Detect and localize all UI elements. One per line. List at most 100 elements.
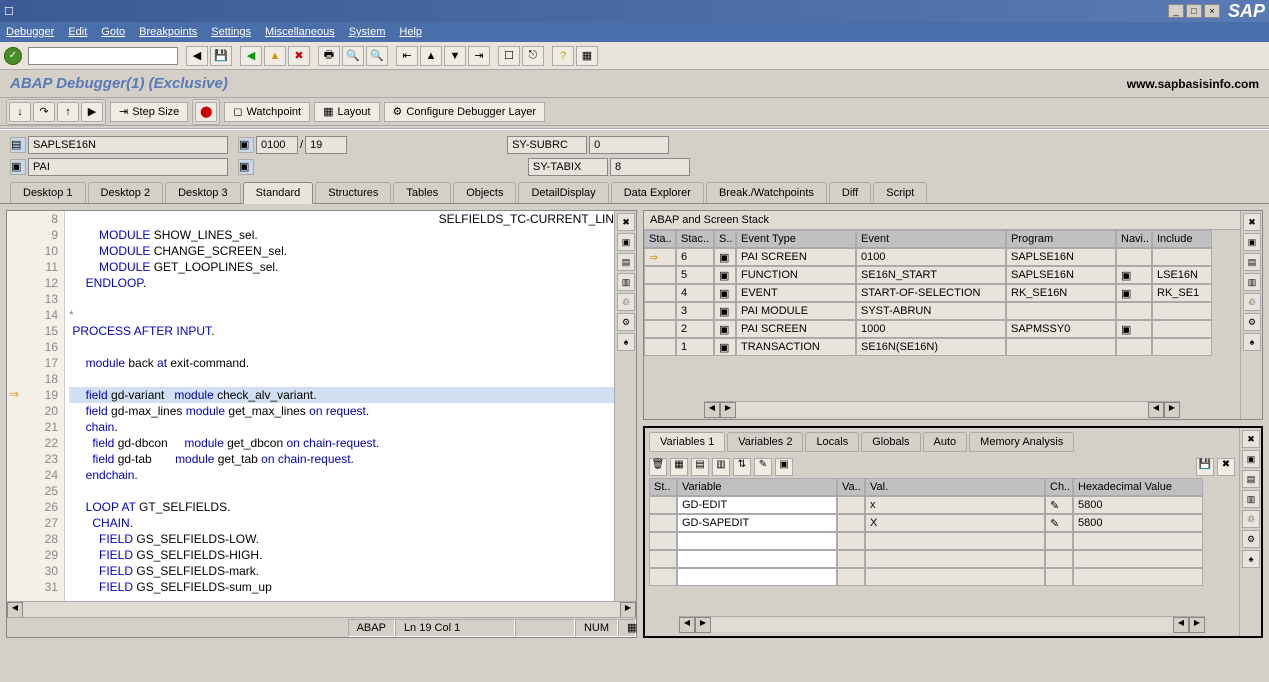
program-icon[interactable]: ▤ bbox=[10, 137, 26, 153]
fullscreen-icon[interactable]: ▣ bbox=[617, 233, 635, 251]
shortcut-icon[interactable]: ⎋ bbox=[522, 46, 544, 66]
vtab-locals[interactable]: Locals bbox=[805, 432, 859, 452]
scroll-left2-icon[interactable]: ◀ bbox=[1173, 617, 1189, 633]
scroll-right2-icon[interactable]: ▶ bbox=[1189, 617, 1205, 633]
menu-breakpoints[interactable]: Breakpoints bbox=[139, 26, 197, 38]
variables-table[interactable]: St..VariableVa..Val.Ch..Hexadecimal Valu… bbox=[649, 478, 1235, 612]
vtab-vars1[interactable]: Variables 1 bbox=[649, 432, 725, 452]
nav-back-icon[interactable]: ◀ bbox=[240, 46, 262, 66]
code-hscroll[interactable]: ◀ ▶ bbox=[7, 601, 636, 617]
close-button[interactable]: × bbox=[1204, 4, 1220, 18]
continue-step-icon[interactable]: ▶ bbox=[81, 102, 103, 122]
tool2-icon[interactable]: ▥ bbox=[617, 273, 635, 291]
step-out-icon[interactable]: ↑ bbox=[57, 102, 79, 122]
back-icon[interactable]: ◀ bbox=[186, 46, 208, 66]
menu-help[interactable]: Help bbox=[399, 26, 422, 38]
save-var-icon[interactable]: 💾 bbox=[1196, 458, 1214, 476]
find-icon[interactable]: 🔍 bbox=[342, 46, 364, 66]
tab-break-watch[interactable]: Break./Watchpoints bbox=[706, 182, 827, 203]
screen-icon[interactable]: ▣ bbox=[238, 137, 254, 153]
vt5-icon[interactable]: ♠ bbox=[1242, 550, 1260, 568]
menu-goto[interactable]: Goto bbox=[101, 26, 125, 38]
vtab-memory[interactable]: Memory Analysis bbox=[969, 432, 1074, 452]
exit-icon[interactable]: ▲ bbox=[264, 46, 286, 66]
cancel-icon[interactable]: ✖ bbox=[288, 46, 310, 66]
first-page-icon[interactable]: ⇤ bbox=[396, 46, 418, 66]
menu-debugger[interactable]: Debugger bbox=[6, 26, 54, 38]
vt2-icon[interactable]: ▥ bbox=[1242, 490, 1260, 508]
event-field[interactable] bbox=[28, 158, 228, 176]
scroll-right-icon[interactable]: ▶ bbox=[720, 402, 736, 418]
event-icon[interactable]: ▣ bbox=[10, 159, 26, 175]
t5-icon[interactable]: ♠ bbox=[1243, 333, 1261, 351]
tab-desktop-2[interactable]: Desktop 2 bbox=[88, 182, 164, 203]
vtab-vars2[interactable]: Variables 2 bbox=[727, 432, 803, 452]
scroll-left-icon[interactable]: ◀ bbox=[679, 617, 695, 633]
save-icon[interactable]: 💾 bbox=[210, 46, 232, 66]
t1-icon[interactable]: ▤ bbox=[1243, 253, 1261, 271]
max-icon[interactable]: ▣ bbox=[1243, 233, 1261, 251]
watchpoint-button[interactable]: ◻Watchpoint bbox=[224, 102, 310, 122]
max-icon[interactable]: ▣ bbox=[1242, 450, 1260, 468]
vars-hscroll[interactable]: ◀ ▶ ◀ ▶ bbox=[679, 616, 1205, 632]
tab-desktop-3[interactable]: Desktop 3 bbox=[165, 182, 241, 203]
tab-standard[interactable]: Standard bbox=[243, 182, 314, 204]
scroll-right2-icon[interactable]: ▶ bbox=[1164, 402, 1180, 418]
delete-icon[interactable]: 🗑 bbox=[649, 458, 667, 476]
program-field[interactable] bbox=[28, 136, 228, 154]
tool1-icon[interactable]: ▤ bbox=[617, 253, 635, 271]
tool3-icon[interactable]: ♲ bbox=[617, 293, 635, 311]
close-icon[interactable]: ✖ bbox=[1243, 213, 1261, 231]
vt6-icon[interactable]: ▣ bbox=[775, 458, 793, 476]
close-panel-icon[interactable]: ✖ bbox=[617, 213, 635, 231]
code-editor[interactable]: SELFIELDS_TC-CURRENT_LIN MODULE SHOW_LIN… bbox=[65, 211, 614, 601]
menu-edit[interactable]: Edit bbox=[68, 26, 87, 38]
t3-icon[interactable]: ♲ bbox=[1243, 293, 1261, 311]
next-page-icon[interactable]: ▼ bbox=[444, 46, 466, 66]
tab-script[interactable]: Script bbox=[873, 182, 927, 203]
vt4-icon[interactable]: ⚙ bbox=[1242, 530, 1260, 548]
menu-settings[interactable]: Settings bbox=[211, 26, 251, 38]
menu-system[interactable]: System bbox=[349, 26, 386, 38]
scroll-right-icon[interactable]: ▶ bbox=[620, 602, 636, 618]
tool5-icon[interactable]: ♠ bbox=[617, 333, 635, 351]
layout-icon[interactable]: ▦ bbox=[576, 46, 598, 66]
vtab-auto[interactable]: Auto bbox=[923, 432, 968, 452]
last-page-icon[interactable]: ⇥ bbox=[468, 46, 490, 66]
close-icon[interactable]: ✖ bbox=[1242, 430, 1260, 448]
menu-misc[interactable]: Miscellaneous bbox=[265, 26, 335, 38]
vt3-icon[interactable]: ♲ bbox=[1242, 510, 1260, 528]
vt1-icon[interactable]: ▦ bbox=[670, 458, 688, 476]
minimize-button[interactable]: _ bbox=[1168, 4, 1184, 18]
t4-icon[interactable]: ⚙ bbox=[1243, 313, 1261, 331]
stack-table[interactable]: Sta..Stac..S..Event TypeEventProgramNavi… bbox=[644, 230, 1240, 397]
t2-icon[interactable]: ▥ bbox=[1243, 273, 1261, 291]
help-icon[interactable]: ? bbox=[552, 46, 574, 66]
vt1-icon[interactable]: ▤ bbox=[1242, 470, 1260, 488]
tab-detaildisplay[interactable]: DetailDisplay bbox=[518, 182, 608, 203]
vt3-icon[interactable]: ▥ bbox=[712, 458, 730, 476]
enter-icon[interactable]: ✓ bbox=[4, 47, 22, 65]
tab-structures[interactable]: Structures bbox=[315, 182, 391, 203]
scroll-left-icon[interactable]: ◀ bbox=[704, 402, 720, 418]
scroll-right-icon[interactable]: ▶ bbox=[695, 617, 711, 633]
new-session-icon[interactable]: ☐ bbox=[498, 46, 520, 66]
layout-button[interactable]: ▦Layout bbox=[314, 102, 379, 122]
vt4-icon[interactable]: ⇅ bbox=[733, 458, 751, 476]
step-into-icon[interactable]: ↓ bbox=[9, 102, 31, 122]
configure-button[interactable]: ⚙Configure Debugger Layer bbox=[384, 102, 546, 122]
tab-diff[interactable]: Diff bbox=[829, 182, 871, 203]
tab-tables[interactable]: Tables bbox=[393, 182, 451, 203]
command-field[interactable] bbox=[28, 47, 178, 65]
prev-page-icon[interactable]: ▲ bbox=[420, 46, 442, 66]
vt-del-icon[interactable]: ✖ bbox=[1217, 458, 1235, 476]
vt5-icon[interactable]: ✎ bbox=[754, 458, 772, 476]
stop-icon[interactable]: ⬤ bbox=[195, 102, 217, 122]
find-next-icon[interactable]: 🔍 bbox=[366, 46, 388, 66]
scroll-left-icon[interactable]: ◀ bbox=[7, 602, 23, 618]
vt2-icon[interactable]: ▤ bbox=[691, 458, 709, 476]
tool4-icon[interactable]: ⚙ bbox=[617, 313, 635, 331]
step-over-icon[interactable]: ↷ bbox=[33, 102, 55, 122]
tab-desktop-1[interactable]: Desktop 1 bbox=[10, 182, 86, 203]
maximize-button[interactable]: □ bbox=[1186, 4, 1202, 18]
